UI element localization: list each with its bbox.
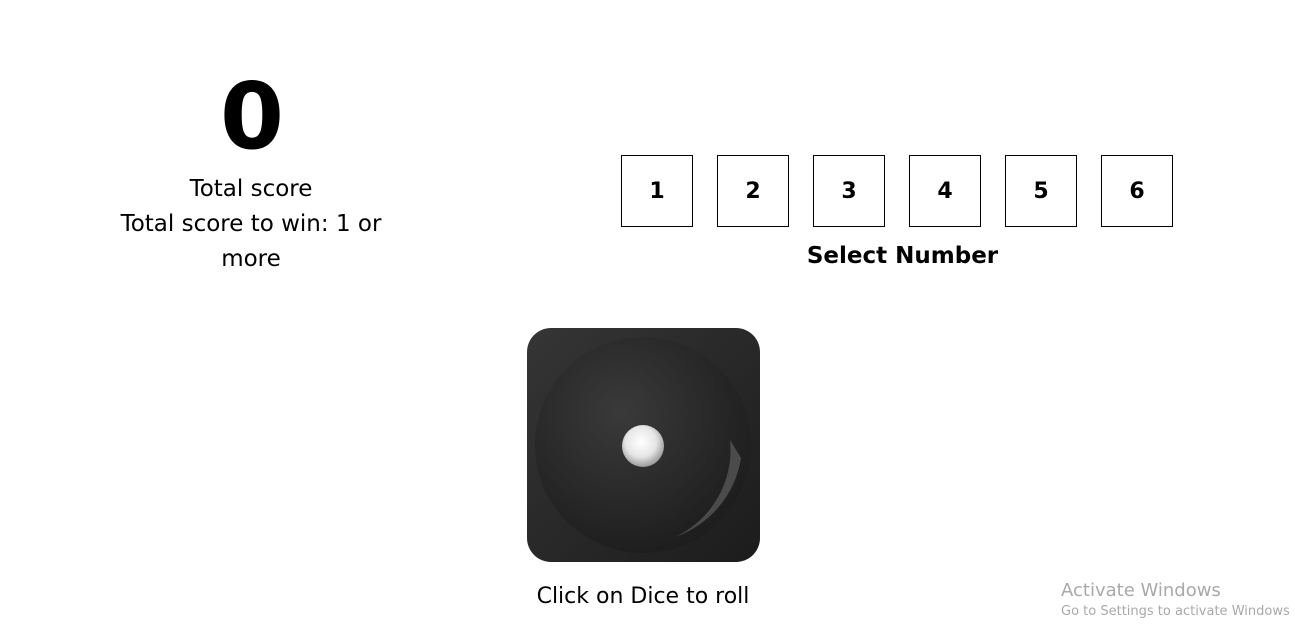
activate-windows-watermark: Activate Windows Go to Settings to activ… xyxy=(1061,580,1290,622)
select-number-label: Select Number xyxy=(806,243,999,269)
number-option-2[interactable]: 2 xyxy=(717,155,789,227)
total-score-label: Total score xyxy=(189,176,313,202)
watermark-title: Activate Windows xyxy=(1061,580,1221,601)
score-panel: 0 Total score Total score to win: 1 or m… xyxy=(100,62,402,277)
number-option-1[interactable]: 1 xyxy=(621,155,693,227)
dice-game-page: 0 Total score Total score to win: 1 or m… xyxy=(0,0,1295,638)
roll-instruction-text: Click on Dice to roll xyxy=(536,584,750,609)
dice-one-icon xyxy=(527,328,760,562)
total-score-value: 0 xyxy=(219,63,284,170)
number-selector: 1 2 3 4 5 6 xyxy=(621,155,1173,227)
number-option-6[interactable]: 6 xyxy=(1101,155,1173,227)
dice-button[interactable] xyxy=(527,328,760,562)
number-option-5[interactable]: 5 xyxy=(1005,155,1077,227)
score-to-win-text: Total score to win: 1 or more xyxy=(120,211,382,272)
number-option-3[interactable]: 3 xyxy=(813,155,885,227)
number-option-4[interactable]: 4 xyxy=(909,155,981,227)
watermark-subtitle: Go to Settings to activate Windows xyxy=(1061,604,1290,619)
